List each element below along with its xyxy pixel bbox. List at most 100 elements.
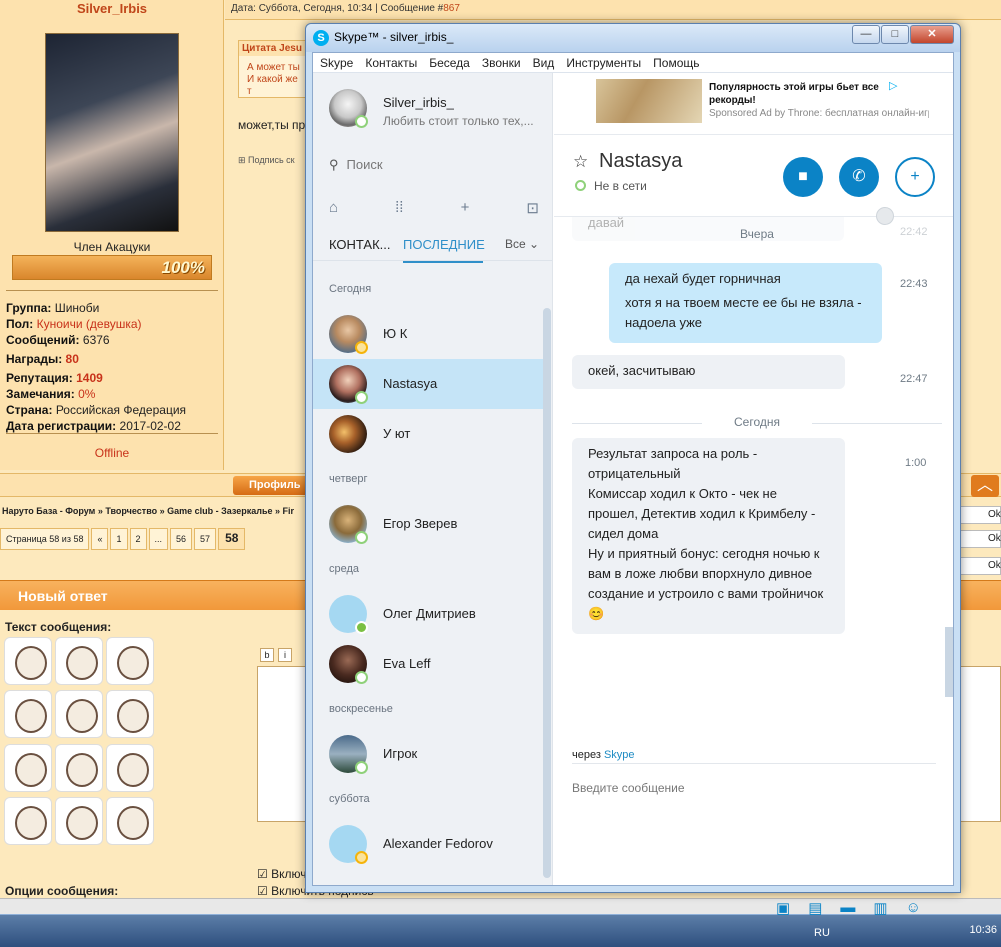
smiley-icon[interactable] xyxy=(106,637,154,685)
smiley-icon[interactable] xyxy=(4,796,52,845)
chevron-down-icon: ⌄ xyxy=(529,237,540,251)
send-file-icon[interactable]: ▤ xyxy=(808,899,822,917)
smiley-panel xyxy=(4,637,158,847)
contact-item[interactable]: Олег Дмитриев xyxy=(313,589,543,639)
contact-item[interactable]: У ют xyxy=(313,409,543,459)
subscribe-link[interactable]: ⊞ Подпись ск xyxy=(238,155,295,166)
my-avatar[interactable] xyxy=(329,89,368,128)
contact-name: Ю К xyxy=(383,326,408,341)
quote-block: Цитата Jesu А может ты И какой же т xyxy=(238,40,308,98)
profile-button[interactable]: Профиль xyxy=(233,476,309,495)
scroll-top-icon[interactable]: ︿ xyxy=(971,475,999,497)
italic-icon[interactable]: i xyxy=(278,648,292,662)
message-time: 1:00 xyxy=(905,457,927,469)
message-text: окей, засчитываю xyxy=(588,363,696,378)
menu-contacts[interactable]: Контакты xyxy=(358,53,422,72)
page-link[interactable]: 1 xyxy=(110,528,128,550)
offline-status-icon xyxy=(355,671,368,684)
contact-name: Игрок xyxy=(383,746,418,761)
send-contact-icon[interactable]: ▥ xyxy=(873,899,887,917)
contact-item[interactable]: Игрок xyxy=(313,729,543,779)
option-checkbox[interactable]: ☑ Включ xyxy=(257,867,306,881)
username[interactable]: Silver_Irbis xyxy=(0,0,224,22)
via-link[interactable]: Skype xyxy=(604,749,635,761)
favorite-star-icon[interactable]: ☆ xyxy=(573,152,588,172)
message-time: 22:43 xyxy=(900,278,928,290)
ok-button[interactable]: Ok xyxy=(957,557,1001,575)
post-text: может,ты пр xyxy=(238,118,306,132)
page-link[interactable]: 2 xyxy=(129,528,147,550)
bot-icon[interactable]: ⊡ xyxy=(526,199,539,217)
search-input[interactable]: ⚲ Поиск xyxy=(329,157,383,173)
via-text: через xyxy=(572,749,601,761)
contact-item[interactable]: Eva Leff xyxy=(313,639,543,689)
smiley-icon[interactable] xyxy=(4,637,52,685)
contact-item[interactable]: Егор Зверев xyxy=(313,499,543,549)
menu-conversation[interactable]: Беседа xyxy=(422,53,475,72)
contact-title[interactable]: Nastasya xyxy=(599,150,682,173)
minimize-button[interactable]: — xyxy=(852,25,880,44)
chat-scrollbar[interactable] xyxy=(945,627,953,697)
page-link[interactable]: 57 xyxy=(194,528,217,550)
menu-calls[interactable]: Звонки xyxy=(475,53,526,72)
message-input[interactable]: Введите сообщение xyxy=(572,781,685,795)
add-participant-button[interactable]: + xyxy=(895,157,935,197)
emoticon-icon[interactable]: ☺ xyxy=(906,899,921,917)
contact-item-selected[interactable]: Nastasya xyxy=(313,359,543,409)
video-message-icon[interactable]: ▬ xyxy=(840,899,855,917)
message-text: да нехай будет горничная xyxy=(625,271,781,286)
smiley-icon[interactable] xyxy=(4,743,52,792)
title-bar[interactable]: S Skype™ - silver_irbis_ — □ ✕ xyxy=(306,24,960,52)
audio-call-button[interactable]: ✆ xyxy=(839,157,879,197)
quick-actions: ⌂ ⁞⁞ + ⊡ xyxy=(329,199,539,217)
smiley-icon[interactable] xyxy=(55,743,103,792)
tab-recent[interactable]: ПОСЛЕДНИЕ xyxy=(403,237,485,263)
smiley-icon[interactable] xyxy=(106,743,154,792)
page-link[interactable]: 56 xyxy=(170,528,193,550)
bold-icon[interactable]: b xyxy=(260,648,274,662)
search-icon: ⚲ xyxy=(329,157,339,172)
smiley-icon[interactable] xyxy=(55,690,103,739)
add-icon[interactable]: + xyxy=(461,199,470,217)
close-button[interactable]: ✕ xyxy=(910,25,954,44)
section-today: Сегодня xyxy=(329,283,372,295)
contact-item[interactable]: Ю К xyxy=(313,309,543,359)
smiley-icon[interactable] xyxy=(106,690,154,739)
section-saturday: суббота xyxy=(329,793,370,805)
language-indicator[interactable]: RU xyxy=(814,927,830,939)
menu-skype[interactable]: Skype xyxy=(313,53,358,72)
post-number[interactable]: 867 xyxy=(443,3,460,14)
page-link[interactable]: « xyxy=(91,528,109,550)
smiley-icon[interactable] xyxy=(106,796,154,845)
dialpad-icon[interactable]: ⁞⁞ xyxy=(395,199,403,217)
home-icon[interactable]: ⌂ xyxy=(329,199,338,217)
section-sunday: воскресенье xyxy=(329,703,393,715)
taskbar xyxy=(0,914,1001,947)
filter-dropdown[interactable]: Все ⌄ xyxy=(505,237,539,251)
smiley-icon[interactable] xyxy=(55,796,103,845)
my-mood[interactable]: Любить стоит только тех,... xyxy=(383,114,543,128)
tab-contacts[interactable]: КОНТАК... xyxy=(329,237,391,252)
smiley-icon[interactable] xyxy=(55,637,103,685)
smiley-icon[interactable] xyxy=(4,690,52,739)
user-column: Silver_Irbis Член Акацуки 100% Группа: Ш… xyxy=(0,0,224,470)
ok-button[interactable]: Ok xyxy=(957,506,1001,524)
video-call-button[interactable]: ■ xyxy=(783,157,823,197)
menu-tools[interactable]: Инструменты xyxy=(559,53,646,72)
breadcrumb[interactable]: Наруто База - Форум » Творчество » Game … xyxy=(2,506,294,516)
contacts-scrollbar[interactable] xyxy=(543,308,551,878)
send-photo-icon[interactable]: ▣ xyxy=(776,899,790,917)
contact-name: Eva Leff xyxy=(383,656,431,671)
ad-banner[interactable]: Популярность этой игры бьет все рекорды!… xyxy=(554,73,953,135)
ok-button[interactable]: Ok xyxy=(957,530,1001,548)
user-avatar xyxy=(45,33,179,232)
maximize-button[interactable]: □ xyxy=(881,25,909,44)
contact-item[interactable]: Alexander Fedorov xyxy=(313,819,543,869)
page-current: 58 xyxy=(218,528,246,550)
contact-name: Nastasya xyxy=(383,376,438,391)
menu-help[interactable]: Помощь xyxy=(646,53,704,72)
ad-choices-icon[interactable]: ▷ xyxy=(889,79,897,92)
clock[interactable]: 10:36 xyxy=(969,924,997,936)
my-name[interactable]: Silver_irbis_ xyxy=(383,95,454,110)
menu-view[interactable]: Вид xyxy=(526,53,560,72)
